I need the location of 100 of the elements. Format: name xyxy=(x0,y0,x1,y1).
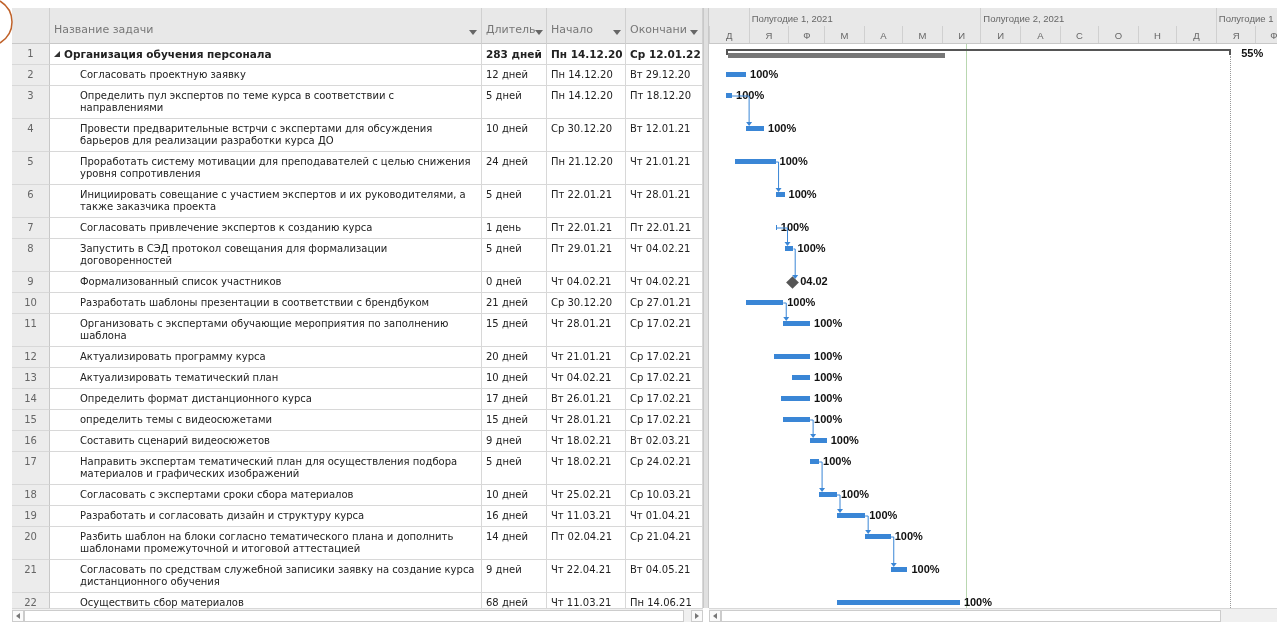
table-cell: Вт 29.12.20 xyxy=(626,65,703,86)
task-bar xyxy=(810,459,820,464)
table-cell: 10 дней xyxy=(482,368,547,389)
table-cell: Чт 25.02.21 xyxy=(547,485,626,506)
row-number: 17 xyxy=(12,452,50,485)
task-name: Организация обучения персонала xyxy=(64,48,272,60)
table-cell: Чт 28.01.21 xyxy=(547,410,626,431)
progress-label: 100% xyxy=(768,122,797,135)
task-name: Определить формат дистанционного курса xyxy=(50,389,482,410)
table-cell: Ср 12.01.22 xyxy=(626,44,703,65)
scroll-right-button[interactable] xyxy=(691,609,703,622)
table-cell: Чт 22.04.21 xyxy=(547,560,626,593)
row-number: 3 xyxy=(12,86,50,119)
table-cell: Пн 14.12.20 xyxy=(547,86,626,119)
table-cell: 12 дней xyxy=(482,65,547,86)
table-cell: Вт 02.03.21 xyxy=(626,431,703,452)
task-bar xyxy=(783,417,811,422)
progress-label: 100% xyxy=(869,509,898,522)
dropdown-arrow-icon[interactable] xyxy=(469,30,477,35)
task-bar xyxy=(725,93,732,98)
scroll-left-button[interactable] xyxy=(12,609,24,622)
header-corner xyxy=(12,8,50,44)
row-number: 6 xyxy=(12,185,50,218)
task-name: Формализованный список участников xyxy=(50,272,482,293)
table-cell: 0 дней xyxy=(482,272,547,293)
month-label: О xyxy=(1098,26,1138,43)
task-bar xyxy=(746,126,764,131)
table-cell: Ср 17.02.21 xyxy=(626,347,703,368)
table-cell: 10 дней xyxy=(482,485,547,506)
scroll-left-button[interactable] xyxy=(709,609,721,622)
circle-decoration xyxy=(0,0,13,44)
task-name: Согласовать с экспертами сроки сбора материалов xyxy=(50,485,482,506)
month-label: М xyxy=(824,26,864,43)
row-number: 12 xyxy=(12,347,50,368)
table-cell: 5 дней xyxy=(482,452,547,485)
table-cell: Чт 28.01.21 xyxy=(547,314,626,347)
progress-label: 100% xyxy=(750,68,779,81)
task-name: Разбить шаблон на блоки согласно тематического плана и дополнить шаблонами промежуточной и итоговой аттестацией xyxy=(50,527,482,560)
task-name: Направить экспертам тематический план для осуществления подбора материалов и графических изображений xyxy=(50,452,482,485)
row-number: 18 xyxy=(12,485,50,506)
table-cell: 20 дней xyxy=(482,347,547,368)
progress-label: 100% xyxy=(787,296,816,309)
row-number: 7 xyxy=(12,218,50,239)
table-cell: 10 дней xyxy=(482,119,547,152)
progress-label: 100% xyxy=(841,488,870,501)
row-number: 1 xyxy=(12,44,50,65)
month-label: Н xyxy=(1137,26,1177,43)
table-cell: 16 дней xyxy=(482,506,547,527)
column-header[interactable]: Название задачи xyxy=(50,8,482,44)
row-number: 4 xyxy=(12,119,50,152)
task-bar xyxy=(890,567,908,572)
table-cell: Чт 28.01.21 xyxy=(626,185,703,218)
table-cell: Пт 18.12.20 xyxy=(626,86,703,119)
task-bar xyxy=(734,159,776,164)
table-cell: Пт 22.01.21 xyxy=(547,218,626,239)
collapse-toggle-icon[interactable] xyxy=(54,51,60,57)
table-cell: Чт 18.02.21 xyxy=(547,452,626,485)
progress-label: 100% xyxy=(963,596,992,608)
table-cell: Ср 17.02.21 xyxy=(626,389,703,410)
task-name: Инициировать совещание с участием экспертов и их руководителями, а также заказчика проекта xyxy=(50,185,482,218)
task-name: Разработать шаблоны презентации в соответствии с брендбуком xyxy=(50,293,482,314)
task-bar xyxy=(792,375,811,380)
progress-label: 100% xyxy=(814,317,843,330)
dropdown-arrow-icon[interactable] xyxy=(690,30,698,35)
progress-label: 100% xyxy=(894,530,923,543)
table-cell: Пт 22.01.21 xyxy=(626,218,703,239)
table-cell: Пн 14.12.20 xyxy=(547,44,626,65)
right-arrow-icon xyxy=(695,612,699,619)
row-number: 15 xyxy=(12,410,50,431)
table-cell: 9 дней xyxy=(482,431,547,452)
horizontal-scrollbar[interactable] xyxy=(709,608,1277,622)
row-number: 5 xyxy=(12,152,50,185)
table-cell: Вт 12.01.21 xyxy=(626,119,703,152)
row-number: 16 xyxy=(12,431,50,452)
half-year-label: Полугодие 2, 2021 xyxy=(980,8,1216,26)
task-name: Актуализировать программу курса xyxy=(50,347,482,368)
progress-label: 100% xyxy=(797,242,826,255)
dropdown-arrow-icon[interactable] xyxy=(613,30,621,35)
column-header[interactable]: Окончани xyxy=(626,8,703,44)
progress-label: 100% xyxy=(911,563,940,576)
progress-label: 100% xyxy=(830,434,859,447)
task-bar xyxy=(746,300,784,305)
table-cell: Чт 04.02.21 xyxy=(626,239,703,272)
column-header[interactable]: Начало xyxy=(547,8,626,44)
scrollbar-thumb[interactable] xyxy=(721,609,1221,622)
task-name: Составить сценарий видеосюжетов xyxy=(50,431,482,452)
month-label: Д xyxy=(709,26,749,43)
table-cell: 5 дней xyxy=(482,239,547,272)
task-name: Актуализировать тематический план xyxy=(50,368,482,389)
progress-label: 100% xyxy=(814,392,843,405)
table-cell: Чт 11.03.21 xyxy=(547,506,626,527)
row-number: 21 xyxy=(12,560,50,593)
progress-label: 100% xyxy=(814,371,843,384)
task-name: определить темы с видеосюжетами xyxy=(50,410,482,431)
left-arrow-icon xyxy=(713,612,717,619)
month-label: Я xyxy=(748,26,789,43)
dropdown-arrow-icon[interactable] xyxy=(535,30,544,35)
table-cell: Ср 10.03.21 xyxy=(626,485,703,506)
table-cell: Ср 30.12.20 xyxy=(547,293,626,314)
column-header[interactable]: Длитель xyxy=(482,8,547,44)
